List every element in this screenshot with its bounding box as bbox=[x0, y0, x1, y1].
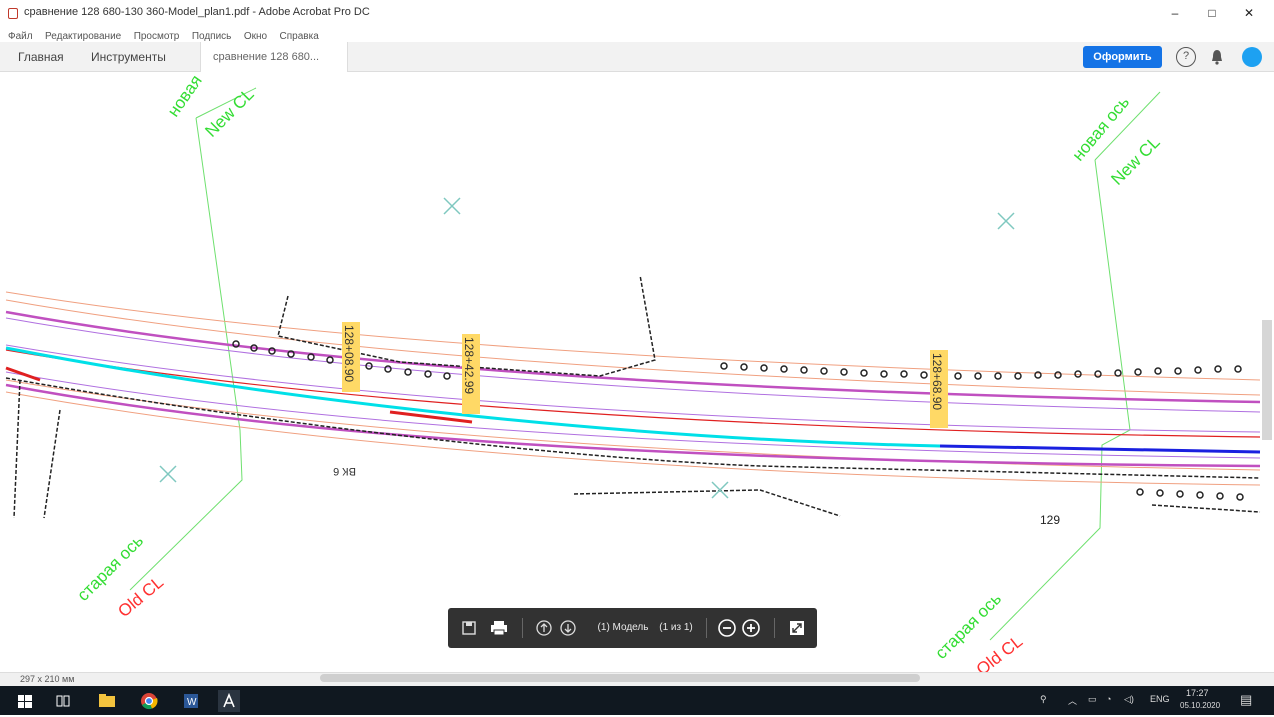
tray-volume-icon[interactable]: ◁) bbox=[1124, 694, 1134, 705]
cross-markers bbox=[159, 197, 1015, 499]
page-down-icon[interactable] bbox=[558, 616, 578, 640]
horizontal-scrollbar[interactable] bbox=[320, 674, 920, 682]
close-button[interactable]: ✕ bbox=[1234, 3, 1264, 23]
tray-time: 17:27 bbox=[1186, 688, 1209, 698]
old-label-right-en: Old CL bbox=[973, 632, 1026, 672]
svg-text:W: W bbox=[187, 697, 197, 708]
new-label-right-en: New CL bbox=[1107, 133, 1163, 189]
title-bar: сравнение 128 680-130 360-Model_plan1.pd… bbox=[0, 0, 1274, 26]
station-label-3: 128+68.90 bbox=[930, 353, 944, 410]
tab-document-label: сравнение 128 680... bbox=[213, 51, 320, 63]
red-centerline bbox=[5, 349, 1261, 438]
acrobat-app-icon bbox=[8, 8, 18, 19]
windows-taskbar: W ⚲ ︿ ▭ ◔ ◁) ENG 17:27 05.10.2020 ▤ bbox=[0, 686, 1274, 715]
note-vk: ВК 6 bbox=[333, 465, 356, 477]
notification-icon[interactable]: ▤ bbox=[1240, 692, 1252, 708]
tray-network-icon[interactable]: ◔ bbox=[1106, 694, 1111, 704]
tray-chevron-icon[interactable]: ︿ bbox=[1068, 694, 1077, 707]
blue-line bbox=[939, 444, 1261, 454]
share-button[interactable]: Оформить bbox=[1083, 46, 1162, 68]
document-canvas[interactable]: 128+08.90 128+42.99 128+68.90 129 ВК 6 н… bbox=[0, 72, 1274, 672]
help-icon[interactable]: ? bbox=[1176, 47, 1196, 67]
page-label: (1) Модель bbox=[597, 622, 649, 633]
tray-people-icon[interactable]: ⚲ bbox=[1040, 694, 1047, 705]
station-label-2: 128+42.99 bbox=[462, 337, 476, 394]
red-corner-mark bbox=[5, 366, 41, 382]
fit-page-icon[interactable] bbox=[786, 616, 808, 640]
station-label-1: 128+08.90 bbox=[342, 325, 356, 382]
page-count: (1 из 1) bbox=[659, 622, 693, 633]
tab-home[interactable]: Главная bbox=[18, 42, 64, 72]
tray-battery-icon: ▭ bbox=[1088, 694, 1097, 704]
tab-document[interactable]: сравнение 128 680... × bbox=[200, 42, 348, 93]
task-view-icon[interactable] bbox=[52, 690, 74, 712]
tray-date: 05.10.2020 bbox=[1180, 701, 1221, 710]
new-label-left-en: New CL bbox=[201, 85, 257, 141]
tray-language[interactable]: ENG bbox=[1150, 694, 1170, 704]
word-icon[interactable]: W bbox=[180, 690, 202, 712]
bell-icon[interactable] bbox=[1207, 47, 1227, 67]
print-icon[interactable] bbox=[488, 616, 510, 640]
zoom-in-icon[interactable] bbox=[740, 616, 762, 640]
floating-page-toolbar: (1) Модель (1 из 1) bbox=[448, 608, 817, 648]
zoom-out-icon[interactable] bbox=[716, 616, 738, 640]
new-label-left-ru: новая bbox=[164, 72, 206, 120]
menu-bar: Файл Редактирование Просмотр Подпись Окн… bbox=[0, 26, 1274, 42]
new-cl-leader-left bbox=[129, 87, 257, 591]
road-edge-lines bbox=[5, 291, 1261, 486]
station-number-129: 129 bbox=[1040, 513, 1060, 527]
chrome-icon[interactable] bbox=[138, 690, 160, 712]
acrobat-taskbar-icon[interactable] bbox=[218, 690, 240, 712]
minimize-button[interactable]: – bbox=[1160, 3, 1190, 23]
file-explorer-icon[interactable] bbox=[96, 690, 118, 712]
cad-drawing: 128+08.90 128+42.99 128+68.90 129 ВК 6 н… bbox=[5, 72, 1261, 672]
purple-lines bbox=[5, 317, 1261, 459]
tab-tools[interactable]: Инструменты bbox=[91, 42, 166, 72]
window-title: сравнение 128 680-130 360-Model_plan1.pd… bbox=[24, 6, 370, 18]
save-icon[interactable] bbox=[458, 616, 480, 640]
avatar[interactable] bbox=[1242, 47, 1262, 67]
page-up-icon[interactable] bbox=[534, 616, 554, 640]
vertical-scrollbar[interactable] bbox=[1262, 320, 1272, 440]
windows-start-icon[interactable] bbox=[14, 690, 36, 712]
page-size: 297 x 210 мм bbox=[20, 674, 75, 684]
maximize-button[interactable]: □ bbox=[1197, 3, 1227, 23]
